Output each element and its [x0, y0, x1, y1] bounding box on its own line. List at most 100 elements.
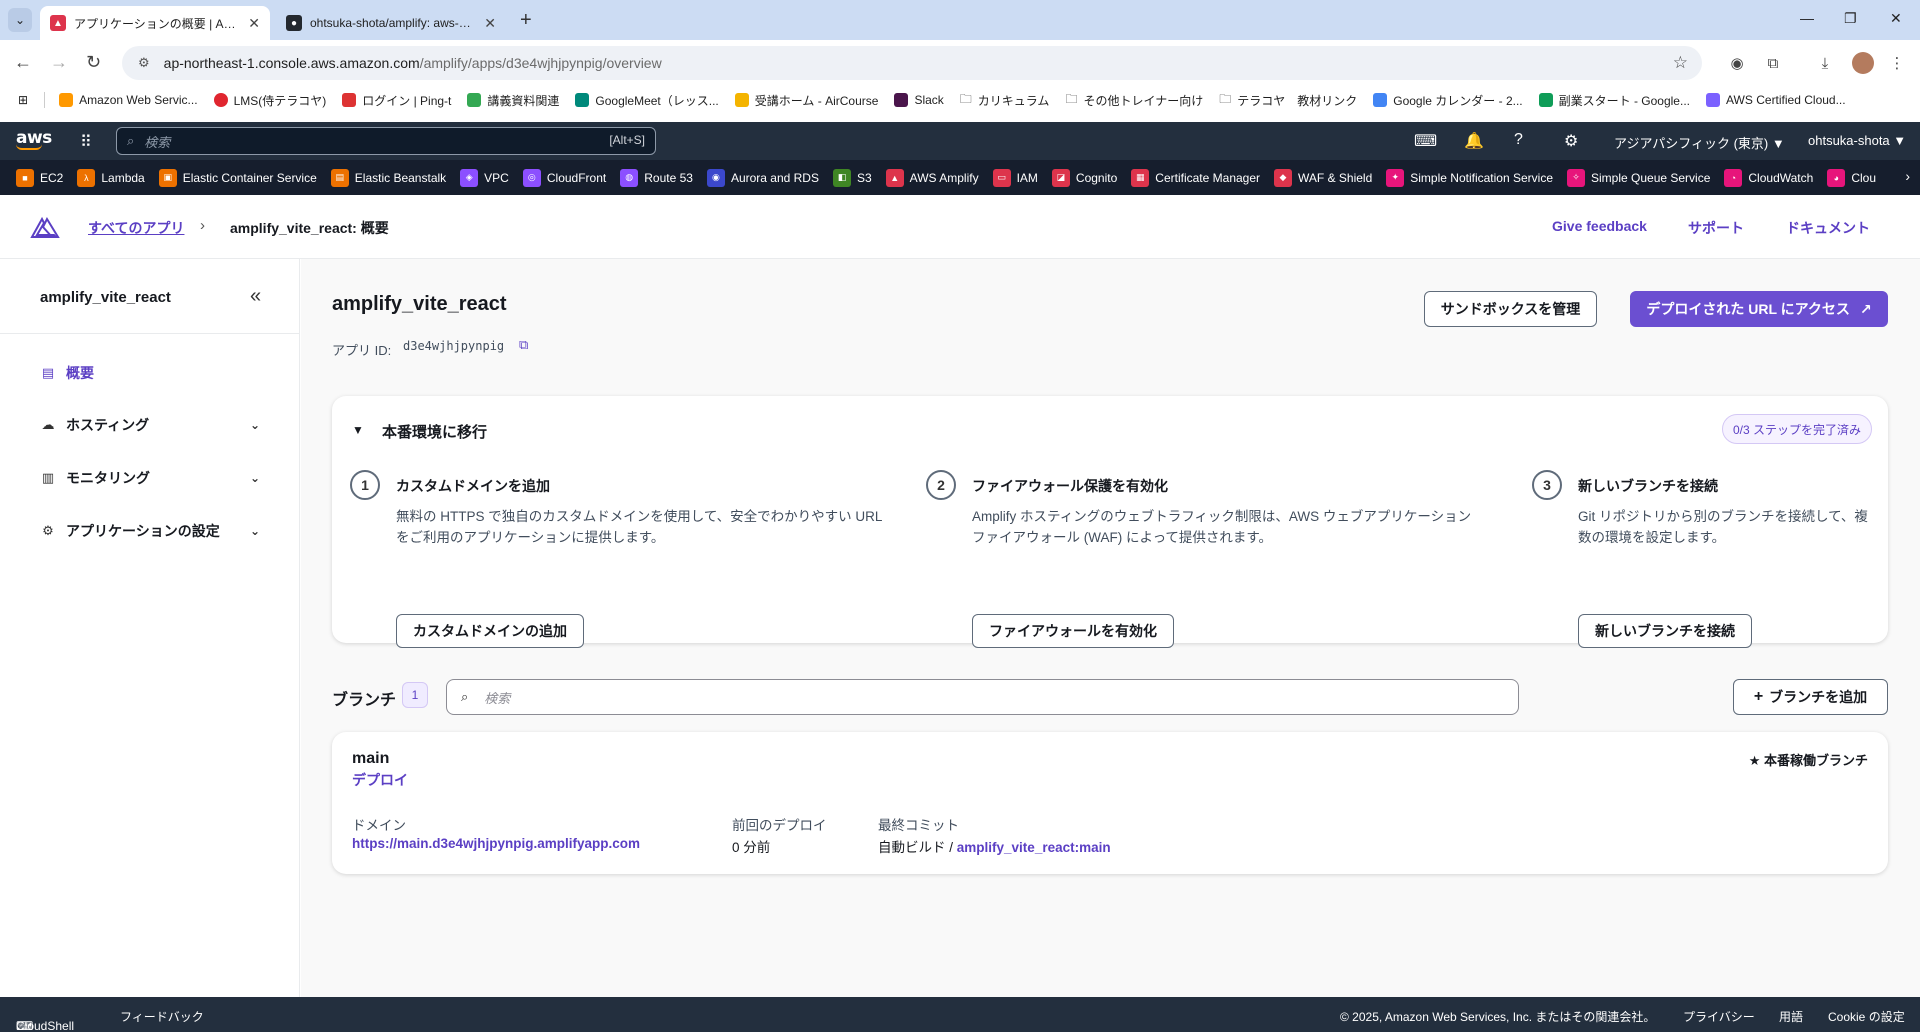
bookmark-folder[interactable]: 🗀 テラコヤ 教材リンク	[1219, 90, 1357, 111]
footer-feedback-link[interactable]: フィードバック	[120, 1008, 204, 1025]
aws-search-input[interactable]: ⌕ 検索 [Alt+S]	[116, 127, 656, 155]
caret-down-icon[interactable]: ▼	[352, 423, 364, 437]
favorite-cognito[interactable]: ◪ Cognito	[1051, 168, 1117, 187]
favorite-sns[interactable]: ✦ Simple Notification Service	[1386, 168, 1553, 187]
favorite-ec2[interactable]: ■ EC2	[16, 168, 63, 187]
bookmark-folder[interactable]: 🗀 カリキュラム	[960, 90, 1050, 111]
copyright-text: © 2025, Amazon Web Services, Inc. またはその関…	[1340, 1010, 1656, 1024]
bookmark-item[interactable]: LMS(侍テラコヤ)	[213, 92, 326, 109]
favorite-cloudfront[interactable]: ◎ CloudFront	[522, 168, 606, 187]
sidebar-item-overview[interactable]: ▤ 概要	[40, 363, 260, 383]
favorite-route53[interactable]: ◍ Route 53	[620, 168, 693, 187]
support-link[interactable]: サポート	[1688, 218, 1744, 238]
favorite-iam[interactable]: ▭ IAM	[992, 168, 1038, 187]
search-placeholder: 検索	[144, 134, 171, 150]
camera-icon[interactable]: ◉	[1726, 52, 1748, 74]
favorite-acm[interactable]: ▦ Certificate Manager	[1131, 168, 1260, 187]
extensions-icon[interactable]: ⧉	[1762, 52, 1784, 74]
amplify-logo-icon[interactable]	[30, 215, 60, 239]
manage-sandbox-button[interactable]: サンドボックスを管理	[1424, 291, 1597, 327]
aws-logo[interactable]: aws	[16, 128, 52, 150]
branch-search-input[interactable]: ⌕ 検索	[446, 679, 1519, 715]
visit-deployed-url-button[interactable]: デプロイされた URL にアクセス ↗	[1630, 291, 1888, 327]
download-icon[interactable]: ⤓	[1814, 52, 1836, 74]
minimize-icon[interactable]: —	[1800, 10, 1814, 26]
cookie-settings-link[interactable]: Cookie の設定	[1828, 1008, 1905, 1025]
tab-title: アプリケーションの概要 | Amplify | ap-northeast-1	[74, 16, 241, 31]
step-title: 新しいブランチを接続	[1578, 478, 1718, 494]
breadcrumb-all-apps[interactable]: すべてのアプリ	[88, 218, 184, 238]
sidebar-item-monitoring[interactable]: ▥ モニタリング ⌄	[40, 468, 260, 488]
settings-gear-icon[interactable]: ⚙	[1564, 131, 1578, 151]
terms-link[interactable]: 用語	[1779, 1008, 1803, 1025]
bookmark-item[interactable]: Google カレンダー - 2...	[1373, 92, 1523, 109]
bookmark-item[interactable]: ログイン | Ping-t	[342, 92, 451, 109]
bookmark-item[interactable]: GoogleMeet（レッス...	[575, 92, 719, 109]
window-close-icon[interactable]: ✕	[1890, 10, 1902, 27]
domain-link[interactable]: https://main.d3e4wjhjpynpig.amplifyapp.c…	[352, 836, 640, 851]
enable-firewall-button[interactable]: ファイアウォールを有効化	[972, 614, 1174, 648]
favorite-s3[interactable]: ◧ S3	[832, 168, 872, 187]
bookmark-star-icon[interactable]: ☆	[1673, 53, 1688, 73]
add-custom-domain-button[interactable]: カスタムドメインの追加	[396, 614, 584, 648]
branch-name[interactable]: main	[352, 750, 389, 768]
iam-icon: ▭	[992, 168, 1011, 187]
commit-link[interactable]: amplify_vite_react:main	[957, 840, 1111, 855]
favorite-waf[interactable]: ◆ WAF & Shield	[1274, 168, 1372, 187]
production-title[interactable]: 本番環境に移行	[382, 421, 487, 442]
browser-menu-icon[interactable]: ⋮	[1886, 52, 1908, 74]
favorite-sqs[interactable]: ✧ Simple Queue Service	[1567, 168, 1710, 187]
tab-amplify-overview[interactable]: ▲ アプリケーションの概要 | Amplify | ap-northeast-1…	[40, 6, 270, 40]
bookmark-item[interactable]: Amazon Web Servic...	[59, 93, 198, 107]
address-bar[interactable]: ⚙ ap-northeast-1.console.aws.amazon.com /…	[122, 46, 1702, 80]
branches-heading: ブランチ	[332, 692, 397, 709]
chevron-right-icon[interactable]: ›	[1905, 168, 1910, 184]
favorite-rds[interactable]: ◉ Aurora and RDS	[706, 168, 819, 187]
tab-search-button[interactable]: ⌄	[8, 8, 32, 32]
favorite-cloudwatch[interactable]: ◔ CloudWatch	[1724, 168, 1813, 187]
back-icon[interactable]: ←	[14, 52, 32, 73]
tab-github[interactable]: ● ohtsuka-shota/amplify: aws-amplify ✕	[276, 6, 506, 40]
sidebar-item-app-settings[interactable]: ⚙ アプリケーションの設定 ⌄	[40, 521, 260, 541]
bookmark-item[interactable]: 講義資料関連	[467, 92, 559, 109]
favorite-cloud-truncated[interactable]: ◕ Clou	[1827, 168, 1876, 187]
bookmark-folder[interactable]: 🗀 その他トレイナー向け	[1065, 90, 1203, 111]
give-feedback-link[interactable]: Give feedback	[1552, 218, 1647, 234]
bookmark-item[interactable]: Slack	[894, 93, 944, 107]
favorite-beanstalk[interactable]: ▤ Elastic Beanstalk	[330, 168, 446, 187]
privacy-link[interactable]: プライバシー	[1683, 1008, 1755, 1025]
reload-icon[interactable]: ↻	[86, 52, 101, 73]
ec2-icon: ■	[16, 168, 34, 187]
favorite-ecs[interactable]: ▣ Elastic Container Service	[158, 168, 317, 187]
close-icon[interactable]: ✕	[248, 15, 260, 32]
bookmark-item[interactable]: AWS Certified Cloud...	[1706, 93, 1846, 107]
notifications-bell-icon[interactable]: 🔔	[1464, 131, 1484, 151]
account-menu[interactable]: ohtsuka-shota ▼	[1808, 133, 1906, 148]
services-menu-icon[interactable]: ⠿	[80, 132, 92, 152]
domain-label: ドメイン	[352, 818, 406, 833]
favorite-lambda[interactable]: λ Lambda	[77, 168, 145, 187]
cloudshell-icon[interactable]: ⌨	[1414, 131, 1437, 151]
bookmark-item[interactable]: 受講ホーム - AirCourse	[734, 92, 878, 109]
branch-card-main[interactable]: main デプロイ ★ 本番稼働ブランチ ドメイン https://main.d…	[332, 732, 1888, 874]
site-info-icon[interactable]: ⚙	[138, 55, 150, 71]
add-branch-button[interactable]: + ブランチを追加	[1733, 679, 1888, 715]
bookmark-item[interactable]: 副業スタート - Google...	[1538, 92, 1690, 109]
new-tab-button[interactable]: +	[520, 9, 532, 32]
favorite-vpc[interactable]: ◈ VPC	[460, 168, 509, 187]
forward-icon[interactable]: →	[50, 52, 68, 73]
copy-icon[interactable]: ⧉	[519, 337, 535, 353]
close-icon[interactable]: ✕	[484, 15, 496, 32]
help-icon[interactable]: ?	[1514, 131, 1523, 149]
collapse-sidebar-icon[interactable]: «	[250, 285, 261, 308]
favorite-amplify[interactable]: ▲ AWS Amplify	[885, 168, 979, 187]
branch-deploy-status[interactable]: デプロイ	[352, 770, 408, 790]
restore-icon[interactable]: ❐	[1844, 10, 1857, 27]
search-icon: ⌕	[127, 133, 135, 148]
sidebar-item-hosting[interactable]: ☁ ホスティング ⌄	[40, 415, 261, 435]
documentation-link[interactable]: ドキュメント	[1786, 218, 1870, 238]
region-selector[interactable]: アジアパシフィック (東京) ▼	[1614, 133, 1785, 152]
profile-avatar[interactable]	[1852, 52, 1874, 74]
connect-new-branch-button[interactable]: 新しいブランチを接続	[1578, 614, 1752, 648]
apps-grid-icon[interactable]: ⊞	[18, 93, 28, 107]
